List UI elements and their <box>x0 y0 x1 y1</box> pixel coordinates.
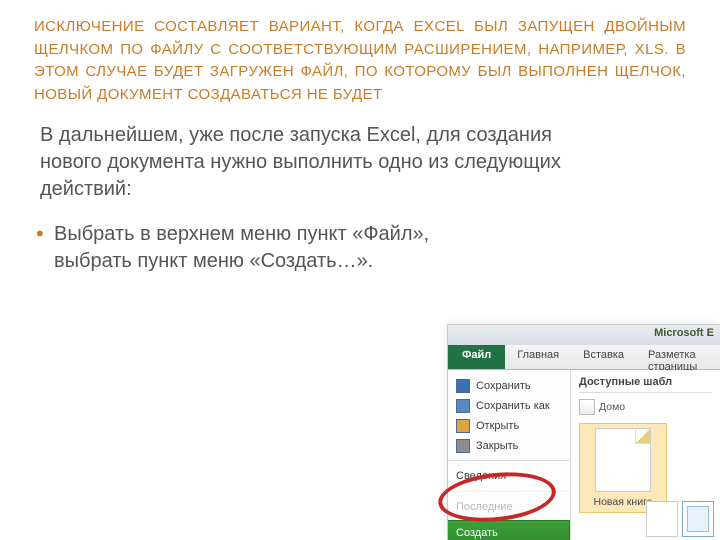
intro-paragraph: В дальнейшем, уже после запуска Excel, д… <box>40 122 600 203</box>
slide-title: ИСКЛЮЧЕНИЕ СОСТАВЛЯЕТ ВАРИАНТ, КОГДА EXC… <box>34 16 686 106</box>
menu-label: Сведения <box>456 470 506 482</box>
home-icon[interactable] <box>579 399 595 415</box>
template-thumbs <box>646 501 714 537</box>
ribbon-tab-home[interactable]: Главная <box>505 345 571 369</box>
menu-label: Последние <box>456 501 513 513</box>
bullet-list: Выбрать в верхнем меню пункт «Файл», выб… <box>36 221 506 275</box>
menu-close[interactable]: Закрыть <box>448 436 570 456</box>
template-tile-new-workbook[interactable]: Новая книга <box>579 423 667 513</box>
template-thumb[interactable] <box>682 501 714 537</box>
ribbon-tab-page-layout[interactable]: Разметка страницы <box>636 345 720 369</box>
ribbon-tabs: Файл Главная Вставка Разметка страницы <box>448 345 720 370</box>
open-icon <box>456 419 470 433</box>
document-icon <box>595 428 651 492</box>
breadcrumb-label: Домо <box>599 401 625 413</box>
close-icon <box>456 439 470 453</box>
menu-info[interactable]: Сведения <box>448 460 570 487</box>
backstage: Сохранить Сохранить как Открыть Закрыть … <box>448 370 720 540</box>
templates-header: Доступные шабл <box>579 376 712 393</box>
excel-screenshot: Microsoft E Файл Главная Вставка Разметк… <box>447 324 720 540</box>
save-as-icon <box>456 399 470 413</box>
backstage-menu: Сохранить Сохранить как Открыть Закрыть … <box>448 370 571 540</box>
save-icon <box>456 379 470 393</box>
menu-label: Сохранить <box>476 380 531 392</box>
template-thumb[interactable] <box>646 501 678 537</box>
breadcrumb: Домо <box>579 399 712 415</box>
menu-label: Открыть <box>476 420 519 432</box>
menu-label: Закрыть <box>476 440 518 452</box>
backstage-content: Доступные шабл Домо Новая книга <box>571 370 720 540</box>
bullet-item: Выбрать в верхнем меню пункт «Файл», выб… <box>36 221 506 275</box>
menu-label: Создать <box>456 527 498 539</box>
menu-save-as[interactable]: Сохранить как <box>448 396 570 416</box>
ribbon-tab-file[interactable]: Файл <box>448 345 505 369</box>
menu-open[interactable]: Открыть <box>448 416 570 436</box>
ribbon-tab-insert[interactable]: Вставка <box>571 345 636 369</box>
menu-recent[interactable]: Последние <box>448 491 570 518</box>
excel-titlebar: Microsoft E <box>448 325 720 345</box>
menu-save[interactable]: Сохранить <box>448 376 570 396</box>
menu-label: Сохранить как <box>476 400 550 412</box>
slide: ИСКЛЮЧЕНИЕ СОСТАВЛЯЕТ ВАРИАНТ, КОГДА EXC… <box>0 0 720 540</box>
menu-create[interactable]: Создать <box>448 520 570 540</box>
